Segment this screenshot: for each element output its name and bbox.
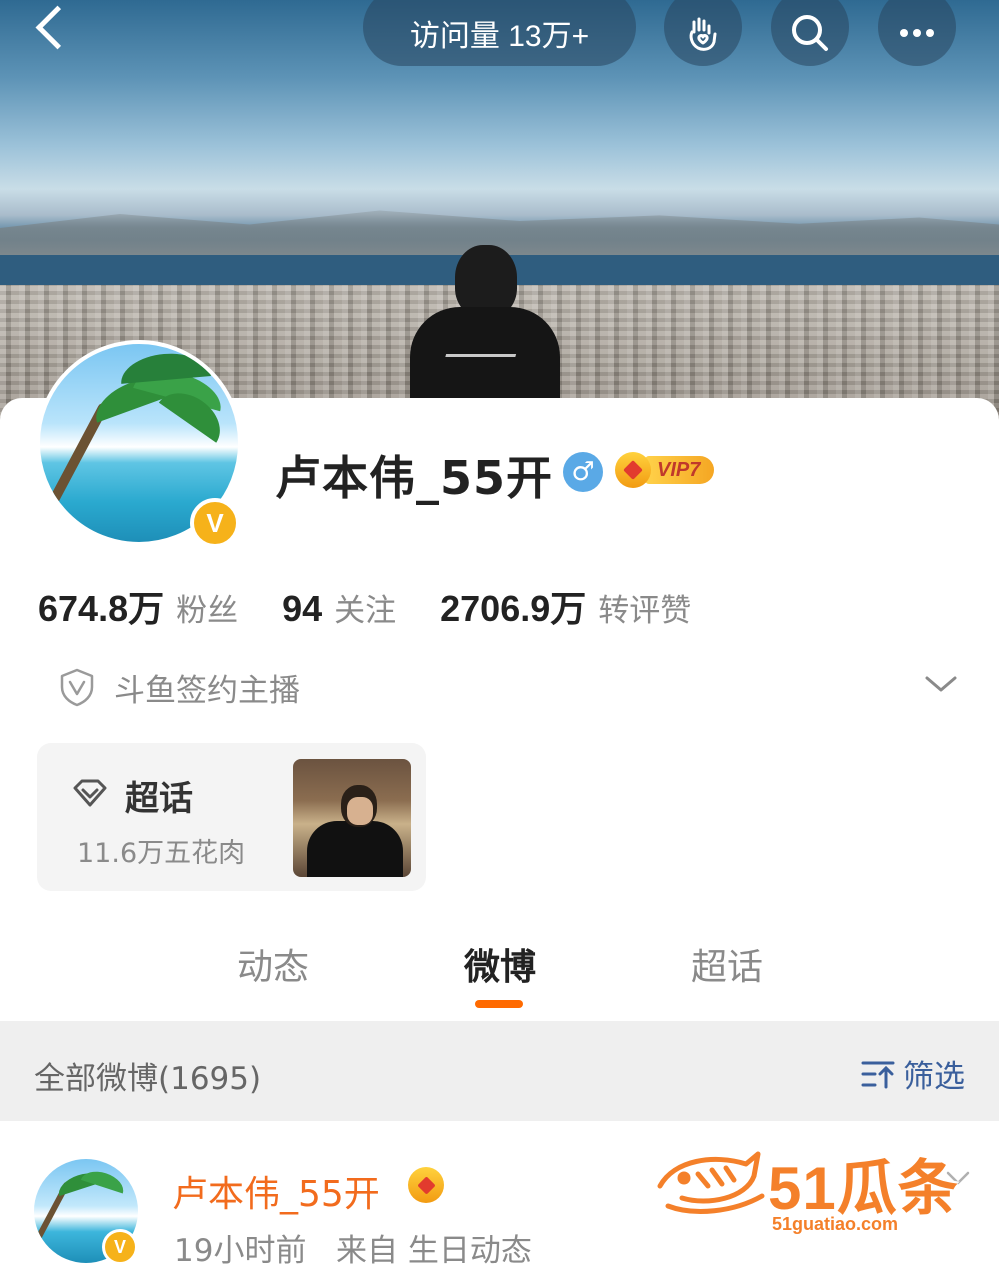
filter-label: 筛选 bbox=[903, 1059, 965, 1095]
vip-label: VIP7 bbox=[645, 456, 715, 484]
more-icon bbox=[900, 29, 934, 37]
filter-bar: 全部微博(1695) 筛选 bbox=[0, 1021, 999, 1121]
verified-badge: V bbox=[190, 498, 240, 548]
engagement-label: 转评赞 bbox=[598, 593, 692, 629]
supertopic-thumbnail bbox=[293, 759, 411, 877]
supertopic-title: 超话 bbox=[125, 779, 193, 819]
post-verified-badge: V bbox=[102, 1229, 138, 1265]
search-icon bbox=[792, 15, 828, 51]
post-author-name[interactable]: 卢本伟_55开 bbox=[172, 1165, 380, 1217]
post-crown-icon bbox=[408, 1167, 444, 1203]
post-time: 19小时前 bbox=[174, 1233, 307, 1269]
supertopic-subtitle: 11.6万五花肉 bbox=[77, 838, 246, 869]
diamond-icon bbox=[73, 779, 107, 807]
all-posts-count[interactable]: 全部微博(1695) bbox=[34, 1053, 261, 1098]
tab-weibo[interactable]: 微博 bbox=[464, 938, 536, 990]
filter-button[interactable]: 筛选 bbox=[861, 1051, 965, 1096]
profile-name: 卢本伟_55开 bbox=[275, 451, 554, 505]
visits-label: 访问量 13万+ bbox=[409, 20, 590, 53]
tab-supertopic[interactable]: 超话 bbox=[691, 938, 763, 990]
filter-icon bbox=[861, 1061, 895, 1088]
supertopic-card[interactable]: 超话 11.6万五花肉 bbox=[37, 743, 426, 891]
watermark-fish-logo bbox=[657, 1151, 765, 1214]
hand-heart-icon bbox=[689, 17, 717, 51]
active-tab-indicator bbox=[475, 1000, 523, 1008]
shield-v-icon bbox=[60, 668, 94, 707]
vip-badge[interactable]: VIP7 bbox=[615, 450, 715, 490]
tab-dynamic[interactable]: 动态 bbox=[237, 938, 309, 990]
crown-icon bbox=[615, 452, 651, 488]
post-meta: 19小时前 来自 生日动态 bbox=[174, 1225, 532, 1270]
followers-label[interactable]: 粉丝 bbox=[176, 585, 238, 630]
following-count[interactable]: 94 bbox=[282, 588, 322, 630]
visits-pill[interactable]: 访问量 13万+ bbox=[363, 0, 636, 66]
engagement-count: 2706.9万 bbox=[440, 588, 587, 629]
chevron-down-icon[interactable] bbox=[924, 674, 958, 694]
back-icon[interactable] bbox=[28, 0, 78, 56]
male-icon: ♂ bbox=[563, 452, 603, 492]
profile-tabs: 动态 微博 超话 bbox=[0, 930, 999, 1010]
watermark-url: 51guatiao.com bbox=[772, 1214, 899, 1234]
following-label[interactable]: 关注 bbox=[334, 585, 396, 630]
profile-stats: 674.8万 粉丝 94 关注 2706.9万 转评赞 bbox=[38, 580, 735, 630]
post-source: 来自 生日动态 bbox=[336, 1233, 532, 1269]
watermark: 51瓜条 51guatiao.com bbox=[654, 1140, 974, 1250]
verification-text: 斗鱼签约主播 bbox=[114, 672, 300, 709]
followers-count[interactable]: 674.8万 bbox=[38, 580, 164, 632]
verification-row[interactable]: 斗鱼签约主播 bbox=[58, 662, 958, 712]
